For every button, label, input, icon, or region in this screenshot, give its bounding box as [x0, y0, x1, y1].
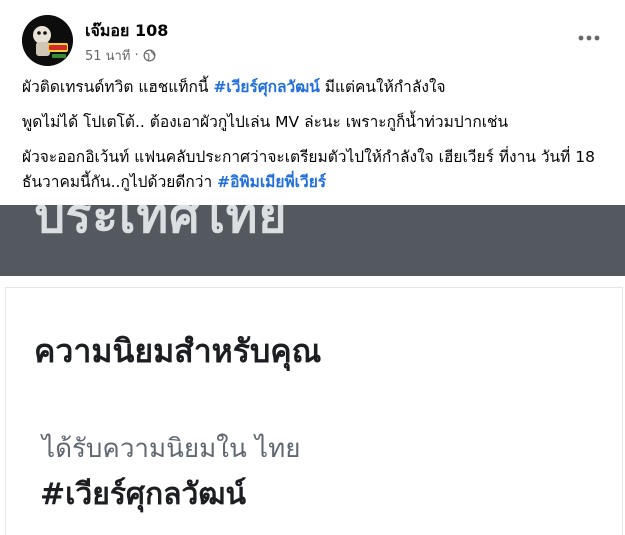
post-message: ผัวติดเทรนด์ทวิต แฮชแท็กนี้ #เวียร์ศุกลว…: [22, 75, 602, 195]
attachment-trend-label: ได้รับความนิยมใน ไทย: [42, 434, 301, 464]
post-header: เจ๊มอย 108 51 นาที ·: [22, 15, 612, 67]
avatar-image: [22, 15, 73, 66]
meta-separator: ·: [134, 48, 139, 63]
post-line-2-text: พูดไม่ได้ โปเตโต้.. ต้องเอาผัวกูไปเล่น M…: [22, 113, 509, 131]
more-horizontal-icon: [578, 35, 600, 41]
post-line-1-tail: มีแต่คนให้กำลังใจ: [319, 78, 446, 96]
more-options-button[interactable]: [574, 23, 604, 53]
hashtag-link-ipim[interactable]: #อิพิมเมียพี่เวียร์: [217, 173, 326, 191]
attachment-heading: ความนิยมสำหรับคุณ: [34, 332, 322, 370]
attachment-banner: ประเทศไทย: [0, 205, 625, 276]
post-line-1: ผัวติดเทรนด์ทวิต แฮชแท็กนี้ #เวียร์ศุกลว…: [22, 75, 602, 100]
globe-icon: [143, 49, 156, 62]
author-name[interactable]: เจ๊มอย 108: [85, 19, 168, 44]
post-time[interactable]: 51 นาที: [85, 45, 130, 66]
author-avatar[interactable]: [22, 15, 73, 66]
attachment-trends-card: ความนิยมสำหรับคุณ ได้รับความนิยมใน ไทย #…: [5, 287, 623, 535]
attachment-country-text: ประเทศไทย: [34, 205, 288, 244]
facebook-post: เจ๊มอย 108 51 นาที · ผัวติดเทรนด์ทวิต แฮ…: [0, 0, 625, 535]
post-line-3: ผัวจะออกอิเว้นท์ แฟนคลับประกาศว่าจะเตรีย…: [22, 145, 602, 195]
post-line-1-text: ผัวติดเทรนด์ทวิต แฮชแท็กนี้: [22, 78, 214, 96]
attachment-trend-tag: #เวียร์ศุกลวัฒน์: [40, 477, 246, 512]
post-image-attachment[interactable]: ประเทศไทย ความนิยมสำหรับคุณ ได้รับความนิ…: [0, 205, 625, 535]
hashtag-link-weir[interactable]: #เวียร์ศุกลวัฒน์: [213, 78, 319, 96]
post-meta: 51 นาที ·: [85, 45, 156, 66]
post-line-2: พูดไม่ได้ โปเตโต้.. ต้องเอาผัวกูไปเล่น M…: [22, 110, 602, 135]
